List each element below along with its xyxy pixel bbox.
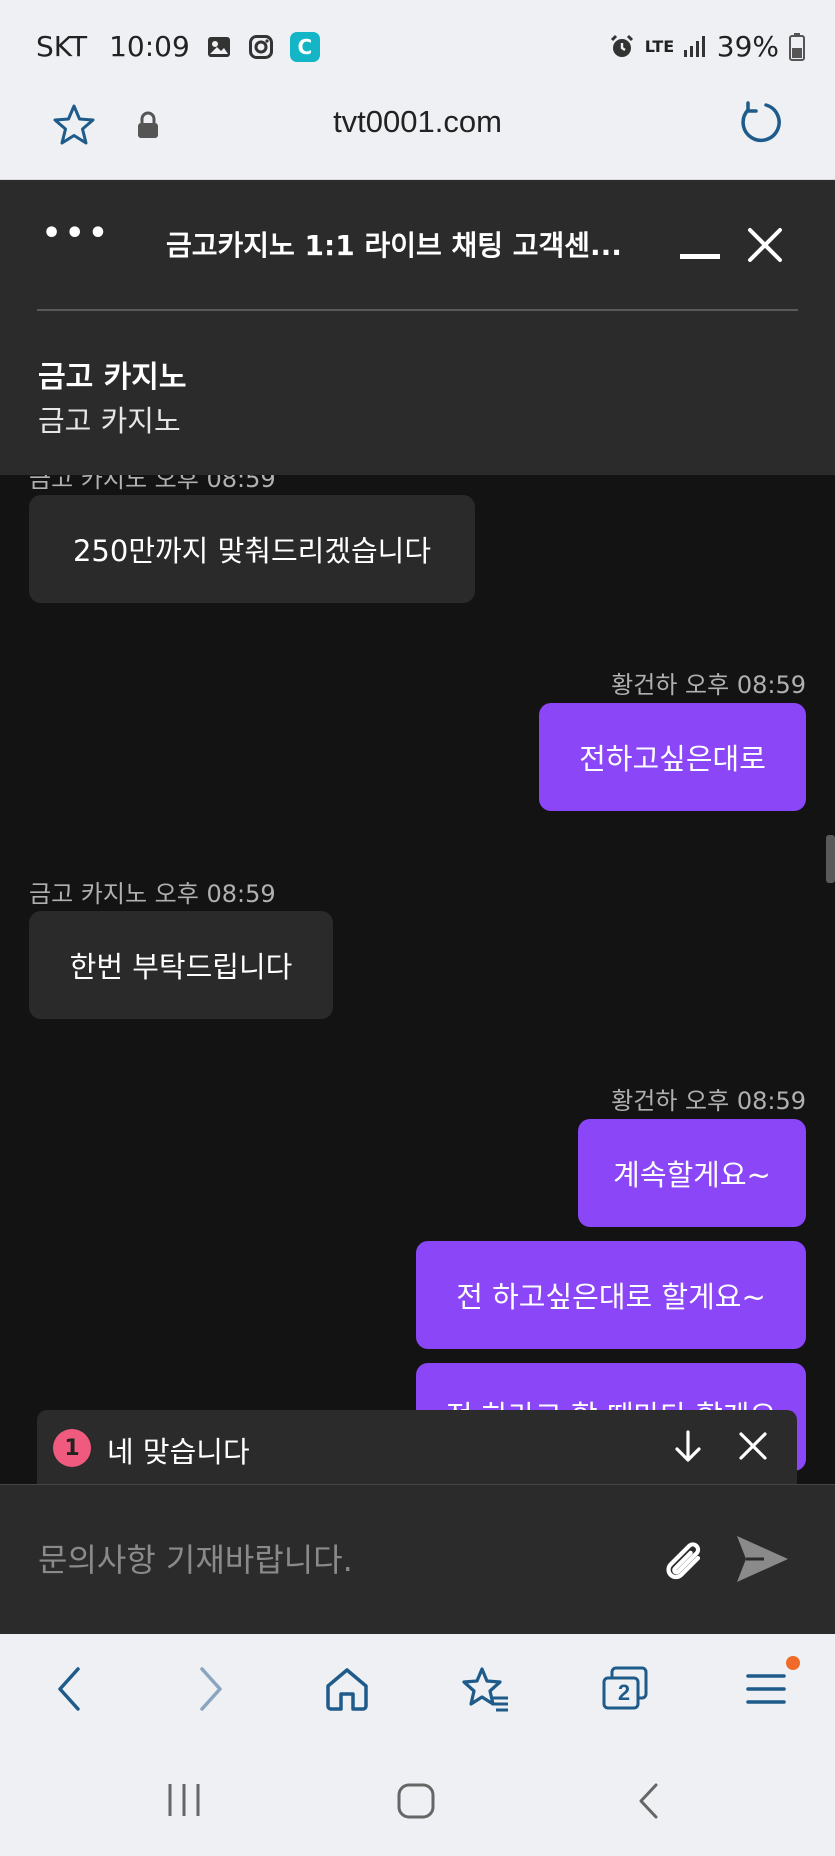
home-button-icon[interactable]: [396, 1782, 436, 1820]
message-bubble-user: 전 하고싶은대로 할게요~: [416, 1241, 806, 1349]
network-label: LTE: [644, 36, 675, 56]
battery-icon: [789, 32, 805, 61]
dismiss-icon[interactable]: [737, 1430, 769, 1462]
agent-subtitle: 금고 카지노: [38, 404, 181, 438]
attachment-icon[interactable]: [654, 1531, 710, 1587]
home-icon[interactable]: [324, 1664, 370, 1714]
header-divider: [37, 309, 798, 311]
send-icon[interactable]: [734, 1533, 790, 1585]
new-message-text: 네 맞습니다: [107, 1435, 250, 1469]
tab-count: 2: [617, 1680, 631, 1705]
clock: 10:09: [109, 30, 190, 63]
back-icon[interactable]: [52, 1664, 86, 1714]
close-icon[interactable]: [746, 226, 784, 264]
status-right: LTE 39%: [609, 30, 805, 63]
message-meta: 황건하 오후 08:59: [611, 1087, 806, 1115]
status-left: SKT 10:09 C: [36, 30, 320, 63]
arrow-down-icon[interactable]: [671, 1428, 705, 1466]
minimize-button[interactable]: [680, 254, 720, 259]
alarm-icon: [610, 34, 633, 57]
forward-icon[interactable]: [194, 1664, 228, 1714]
tabs-button[interactable]: 2: [600, 1664, 650, 1714]
agent-name: 금고 카지노: [38, 360, 187, 395]
message-bubble-agent: 250만까지 맞춰드리겠습니다: [29, 495, 475, 603]
message-list[interactable]: 금고 카지노 오후 08:59 250만까지 맞춰드리겠습니다 황건하 오후 0…: [0, 465, 835, 1485]
message-bubble-user: 전하고싶은대로: [539, 703, 806, 811]
bookmarks-icon[interactable]: [462, 1664, 510, 1714]
url-text[interactable]: tvt0001.com: [0, 104, 835, 140]
app-notification-icon: C: [289, 31, 320, 62]
chat-menu-button[interactable]: •••: [42, 216, 112, 251]
message-input[interactable]: [38, 1535, 598, 1585]
new-message-banner[interactable]: 1 네 맞습니다: [37, 1410, 797, 1484]
system-back-icon[interactable]: [636, 1782, 662, 1820]
chat-title: 금고카지노 1:1 라이브 채팅 고객센...: [166, 229, 622, 262]
carrier-label: SKT: [36, 30, 88, 63]
browser-url-bar: tvt0001.com: [0, 86, 835, 180]
menu-icon[interactable]: [746, 1664, 786, 1714]
unread-count-badge: 1: [53, 1429, 91, 1467]
instagram-icon: [248, 34, 273, 59]
message-meta: 금고 카지노 오후 08:59: [29, 880, 276, 908]
message-bubble-agent: 한번 부탁드립니다: [29, 911, 333, 1019]
system-nav-bar: [0, 1744, 835, 1856]
recent-apps-icon[interactable]: [164, 1782, 204, 1818]
reload-icon[interactable]: [738, 100, 784, 146]
gallery-icon: [207, 36, 230, 57]
scrollbar-thumb[interactable]: [826, 835, 835, 883]
message-composer: [0, 1484, 835, 1634]
phone-screen: SKT 10:09 C LTE 39% tvt0001.com ••• 금고카지…: [0, 0, 835, 1856]
message-meta: 황건하 오후 08:59: [611, 671, 806, 699]
app-icon-letter: C: [297, 34, 313, 59]
message-bubble-user: 계속할게요~: [578, 1119, 806, 1227]
chat-header: ••• 금고카지노 1:1 라이브 채팅 고객센... 금고 카지노 금고 카지…: [0, 180, 835, 475]
battery-percent: 39%: [716, 30, 779, 63]
status-bar: SKT 10:09 C LTE 39%: [0, 0, 835, 86]
browser-toolbar: 2: [0, 1634, 835, 1744]
menu-notification-dot: [786, 1656, 800, 1670]
signal-icon: [683, 35, 705, 57]
